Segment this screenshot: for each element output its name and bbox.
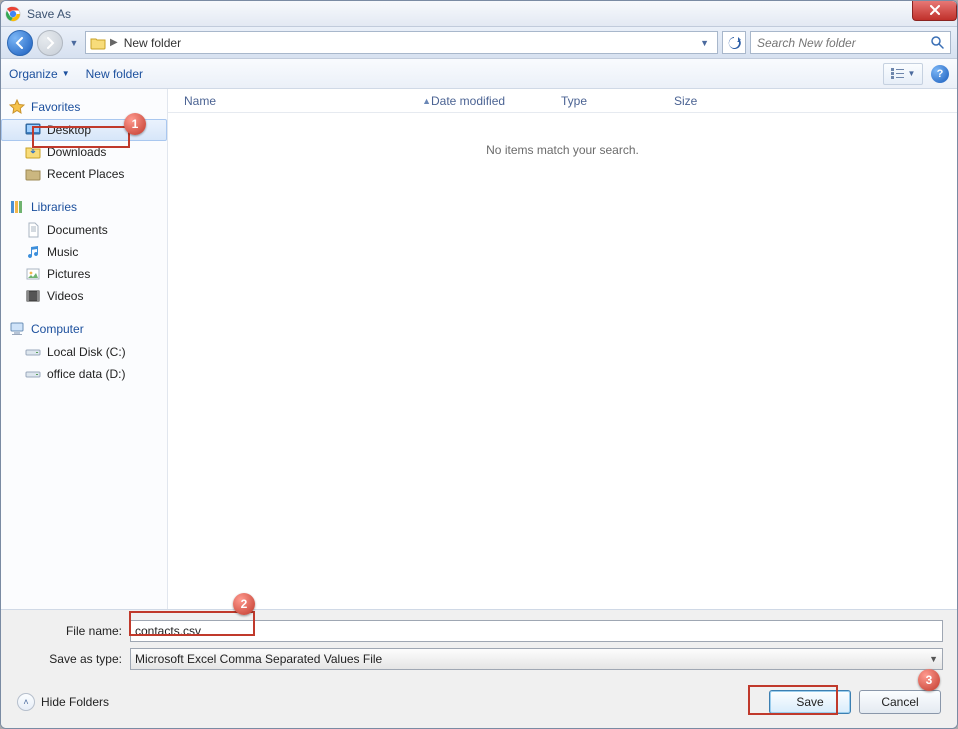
drive-icon: [25, 366, 41, 382]
search-icon: [930, 35, 946, 51]
search-input[interactable]: [755, 35, 930, 51]
sidebar-item-label: Videos: [47, 289, 83, 303]
sidebar-item-office-data-d[interactable]: office data (D:): [1, 363, 167, 385]
sidebar-group-computer: Computer Local Disk (C:) office data (D:…: [1, 317, 167, 385]
sort-asc-icon: ▲: [422, 96, 431, 106]
computer-icon: [9, 321, 25, 337]
sidebar-item-label: Music: [47, 245, 78, 259]
sidebar-item-label: office data (D:): [47, 367, 125, 381]
column-headers[interactable]: Name ▲ Date modified Type Size: [168, 89, 957, 113]
help-button[interactable]: ?: [931, 65, 949, 83]
star-icon: [9, 99, 25, 115]
documents-icon: [25, 222, 41, 238]
sidebar-header-favorites[interactable]: Favorites: [1, 95, 167, 119]
sidebar-header-computer[interactable]: Computer: [1, 317, 167, 341]
search-box[interactable]: [750, 31, 951, 54]
column-date-label: Date modified: [431, 94, 505, 108]
sidebar-item-label: Local Disk (C:): [47, 345, 126, 359]
chevron-down-icon: ▼: [908, 69, 916, 78]
sidebar-header-libraries[interactable]: Libraries: [1, 195, 167, 219]
sidebar-item-desktop[interactable]: Desktop: [1, 119, 167, 141]
hide-folders-label: Hide Folders: [41, 695, 109, 709]
body: Favorites Desktop Downloads Recent Place…: [1, 89, 957, 609]
sidebar-group-favorites: Favorites Desktop Downloads Recent Place…: [1, 95, 167, 185]
computer-label: Computer: [31, 322, 84, 336]
organize-button[interactable]: Organize ▼: [9, 67, 70, 81]
file-name-input[interactable]: [130, 620, 943, 642]
chevron-up-icon: ˄: [17, 693, 35, 711]
column-size-label: Size: [674, 94, 697, 108]
button-row: ˄ Hide Folders Save Cancel: [15, 676, 943, 718]
videos-icon: [25, 288, 41, 304]
sidebar-item-label: Downloads: [47, 145, 106, 159]
titlebar: Save As: [1, 1, 957, 27]
file-name-row: File name:: [15, 620, 943, 642]
cancel-button[interactable]: Cancel: [859, 690, 941, 714]
sidebar-item-recent-places[interactable]: Recent Places: [1, 163, 167, 185]
sidebar-item-local-disk-c[interactable]: Local Disk (C:): [1, 341, 167, 363]
file-area: Name ▲ Date modified Type Size No items …: [168, 89, 957, 609]
sidebar-item-downloads[interactable]: Downloads: [1, 141, 167, 163]
sidebar-item-videos[interactable]: Videos: [1, 285, 167, 307]
libraries-icon: [9, 199, 25, 215]
sidebar-item-label: Pictures: [47, 267, 90, 281]
sidebar-item-music[interactable]: Music: [1, 241, 167, 263]
address-bar[interactable]: ▶ New folder ▼: [85, 31, 718, 54]
save-as-type-value: Microsoft Excel Comma Separated Values F…: [135, 652, 929, 666]
chevron-down-icon: ▼: [929, 654, 938, 664]
column-name[interactable]: Name ▲: [184, 94, 431, 108]
nav-bar: ▼ ▶ New folder ▼: [1, 27, 957, 59]
window-buttons: [912, 0, 957, 21]
nav-history-dropdown[interactable]: ▼: [67, 32, 81, 54]
folder-icon: [90, 35, 106, 51]
column-type-label: Type: [561, 94, 587, 108]
hide-folders-button[interactable]: ˄ Hide Folders: [17, 693, 109, 711]
window-title: Save As: [27, 7, 71, 21]
chrome-icon: [5, 6, 21, 22]
recent-places-icon: [25, 166, 41, 182]
save-as-type-label: Save as type:: [15, 652, 130, 666]
desktop-icon: [25, 122, 41, 138]
sidebar-item-documents[interactable]: Documents: [1, 219, 167, 241]
chevron-down-icon: ▼: [62, 69, 70, 78]
column-name-label: Name: [184, 94, 216, 108]
close-button[interactable]: [912, 0, 957, 21]
nav-forward-button: [37, 30, 63, 56]
toolbar: Organize ▼ New folder ▼ ?: [1, 59, 957, 89]
new-folder-button[interactable]: New folder: [86, 67, 143, 81]
bottom-panel: File name: Save as type: Microsoft Excel…: [1, 609, 957, 728]
view-options-button[interactable]: ▼: [883, 63, 923, 85]
libraries-label: Libraries: [31, 200, 77, 214]
favorites-label: Favorites: [31, 100, 80, 114]
new-folder-label: New folder: [86, 67, 143, 81]
downloads-icon: [25, 144, 41, 160]
music-icon: [25, 244, 41, 260]
save-as-window: Save As ▼ ▶ New folder ▼: [0, 0, 958, 729]
column-size[interactable]: Size: [674, 94, 774, 108]
refresh-button[interactable]: [722, 31, 746, 54]
drive-icon: [25, 344, 41, 360]
sidebar-item-label: Desktop: [47, 123, 91, 137]
sidebar-item-label: Recent Places: [47, 167, 124, 181]
sidebar-item-pictures[interactable]: Pictures: [1, 263, 167, 285]
nav-back-button[interactable]: [7, 30, 33, 56]
empty-text: No items match your search.: [486, 143, 639, 609]
empty-state: No items match your search.: [168, 113, 957, 609]
save-button[interactable]: Save: [769, 690, 851, 714]
breadcrumb-separator: ▶: [110, 37, 118, 48]
save-as-type-row: Save as type: Microsoft Excel Comma Sepa…: [15, 648, 943, 670]
breadcrumb[interactable]: New folder: [118, 34, 187, 52]
sidebar-item-label: Documents: [47, 223, 108, 237]
address-dropdown[interactable]: ▼: [696, 38, 713, 48]
sidebar-group-libraries: Libraries Documents Music Pictures Video…: [1, 195, 167, 307]
save-as-type-select[interactable]: Microsoft Excel Comma Separated Values F…: [130, 648, 943, 670]
column-date[interactable]: Date modified: [431, 94, 561, 108]
pictures-icon: [25, 266, 41, 282]
file-name-label: File name:: [15, 624, 130, 638]
sidebar: Favorites Desktop Downloads Recent Place…: [1, 89, 168, 609]
column-type[interactable]: Type: [561, 94, 674, 108]
organize-label: Organize: [9, 67, 58, 81]
